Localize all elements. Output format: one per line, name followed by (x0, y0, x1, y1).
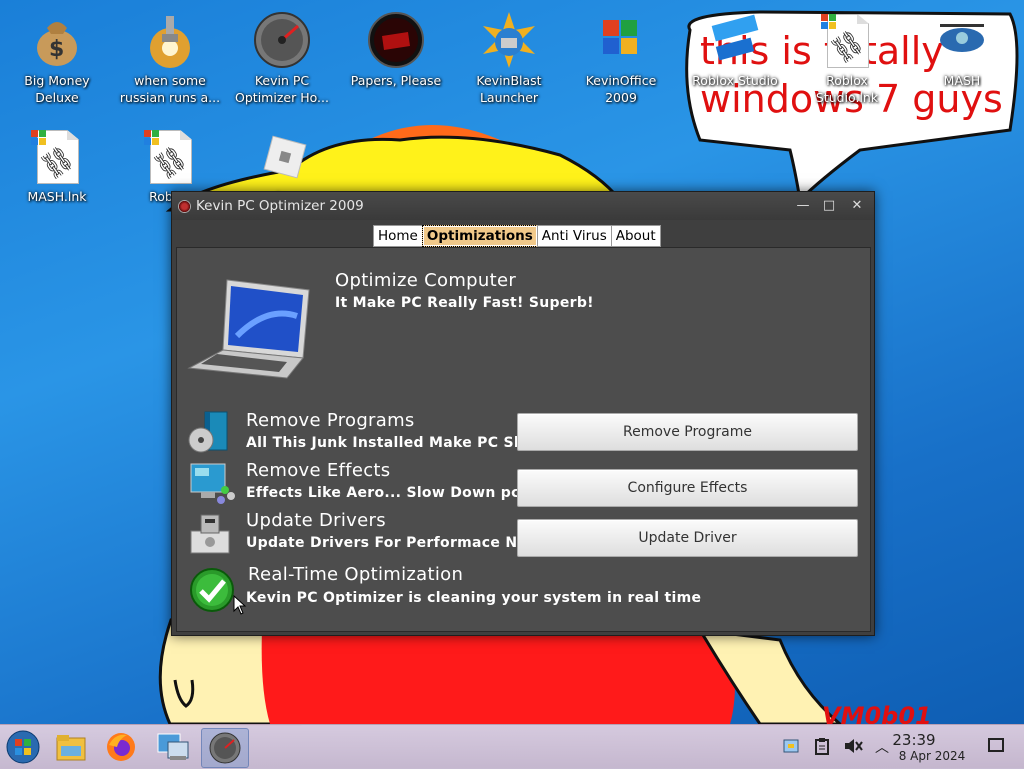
starburst-icon (481, 12, 537, 68)
show-desktop-icon[interactable] (988, 738, 1004, 752)
programs-box-icon (187, 410, 233, 460)
money-bag-icon: $ (29, 12, 85, 68)
folder-icon (56, 735, 86, 761)
start-button[interactable] (0, 728, 46, 766)
remove-programs-title: Remove Programs (246, 410, 415, 431)
shortcut-file-icon: ⛓ (142, 128, 198, 185)
taskbar-kevin-pc-optimizer[interactable] (201, 728, 249, 768)
desktop-icon-label: Papers, Please (350, 73, 442, 88)
desktop-icon-mash-lnk[interactable]: ⛓ MASH.lnk (5, 120, 109, 205)
desktop-icon-label: Roblox Studio (692, 73, 778, 88)
minimize-button[interactable]: — (792, 196, 814, 216)
desktop-icon-label: Big Money Deluxe (24, 73, 90, 105)
window-titlebar[interactable]: Kevin PC Optimizer 2009 — □ ✕ (172, 192, 874, 220)
desktop-icon-roblox-studio-lnk[interactable]: ⛓ Roblox Studio.lnk (795, 4, 899, 106)
laptop-icon (187, 276, 313, 386)
papers-please-icon (368, 12, 424, 68)
svg-text:$: $ (49, 37, 64, 62)
device-drivers-icon (187, 513, 233, 561)
desktop-icon-label: Kevin PC Optimizer Ho... (235, 73, 329, 105)
office-logo-icon (593, 12, 649, 68)
taskbar: ︿ 23:39 8 Apr 2024 (0, 724, 1024, 769)
remove-effects-title: Remove Effects (246, 460, 391, 481)
roblox-icon (254, 128, 310, 184)
desktop-icon-label: MASH.lnk (27, 189, 87, 204)
app-icon (178, 199, 191, 213)
update-drivers-title: Update Drivers (246, 510, 386, 531)
tab-about[interactable]: About (610, 225, 661, 247)
desktop-icon-kevinblast-launcher[interactable]: KevinBlast Launcher (457, 4, 561, 106)
gear-icon (142, 12, 198, 68)
configure-effects-button[interactable]: Configure Effects (517, 469, 858, 507)
realtime-subtitle: Kevin PC Optimizer is cleaning your syst… (246, 590, 702, 606)
taskbar-firefox[interactable] (98, 728, 144, 766)
realtime-title: Real-Time Optimization (248, 564, 464, 585)
desktop-icon-big-money-deluxe[interactable]: $ Big Money Deluxe (5, 4, 109, 106)
remove-effects-subtitle: Effects Like Aero... Slow Down pc. (246, 485, 526, 501)
header-title: Optimize Computer (335, 270, 517, 291)
update-driver-button[interactable]: Update Driver (517, 519, 858, 557)
shortcut-file-icon: ⛓ (29, 128, 85, 185)
desktop-icon-roblox-studio[interactable]: Roblox Studio (683, 4, 787, 89)
tab-bar: Home Optimizations Anti Virus About (373, 225, 661, 247)
desktop-icon-label: KevinBlast Launcher (476, 73, 542, 105)
clock-time[interactable]: 23:39 (874, 731, 954, 749)
maximize-button[interactable]: □ (818, 196, 840, 216)
desktop-icon-label: KevinOffice 2009 (585, 73, 657, 105)
remove-programs-subtitle: All This Junk Installed Make PC Slow (246, 435, 543, 451)
window-title: Kevin PC Optimizer 2009 (196, 198, 364, 214)
clipboard-icon[interactable] (814, 737, 830, 755)
remove-programe-button[interactable]: Remove Programe (517, 413, 858, 451)
desktop-icon-papers-please[interactable]: Papers, Please (344, 4, 448, 89)
close-button[interactable]: ✕ (846, 196, 868, 216)
helicopter-icon (934, 12, 990, 68)
mouse-cursor-icon (233, 595, 247, 615)
volume-muted-icon[interactable] (843, 737, 863, 755)
taskbar-file-explorer[interactable] (48, 728, 94, 766)
tab-optimizations[interactable]: Optimizations (421, 225, 538, 247)
green-checkmark-icon (189, 567, 235, 617)
update-drivers-subtitle: Update Drivers For Performace Now (246, 535, 541, 551)
start-orb-icon (6, 730, 40, 764)
header-subtitle: It Make PC Really Fast! Superb! (335, 295, 594, 311)
desktop-icon-label: when some russian runs a... (119, 73, 221, 105)
desktop-icon-kevinoffice-2009[interactable]: KevinOffice 2009 (569, 4, 673, 106)
kevin-pc-optimizer-window[interactable]: Kevin PC Optimizer 2009 — □ ✕ Home Optim… (171, 191, 875, 636)
speedometer-icon (254, 12, 310, 68)
speedometer-icon (209, 732, 241, 764)
tab-home[interactable]: Home (373, 225, 423, 247)
desktop-icon-kevin-pc-optimizer[interactable]: Kevin PC Optimizer Ho... (230, 4, 334, 106)
desktop-icon-label: MASH (943, 73, 981, 88)
optimizations-panel: Optimize Computer It Make PC Really Fast… (176, 247, 871, 632)
remote-desktop-icon (157, 733, 189, 760)
clock-date[interactable]: 8 Apr 2024 (896, 749, 968, 763)
visual-effects-icon (187, 460, 237, 510)
desktop-icon-label: Roblox Studio.lnk (815, 73, 879, 105)
desktop-icon-russian-runs[interactable]: when some russian runs a... (118, 4, 222, 106)
tab-anti-virus[interactable]: Anti Virus (536, 225, 612, 247)
desktop-icon-mash[interactable]: MASH (910, 4, 1014, 89)
tray-network-icon[interactable] (782, 736, 802, 756)
taskbar-remote-desktop[interactable] (150, 728, 196, 766)
firefox-icon (107, 733, 135, 761)
roblox-studio-icon (707, 12, 763, 68)
shortcut-file-icon: ⛓ (819, 12, 875, 69)
